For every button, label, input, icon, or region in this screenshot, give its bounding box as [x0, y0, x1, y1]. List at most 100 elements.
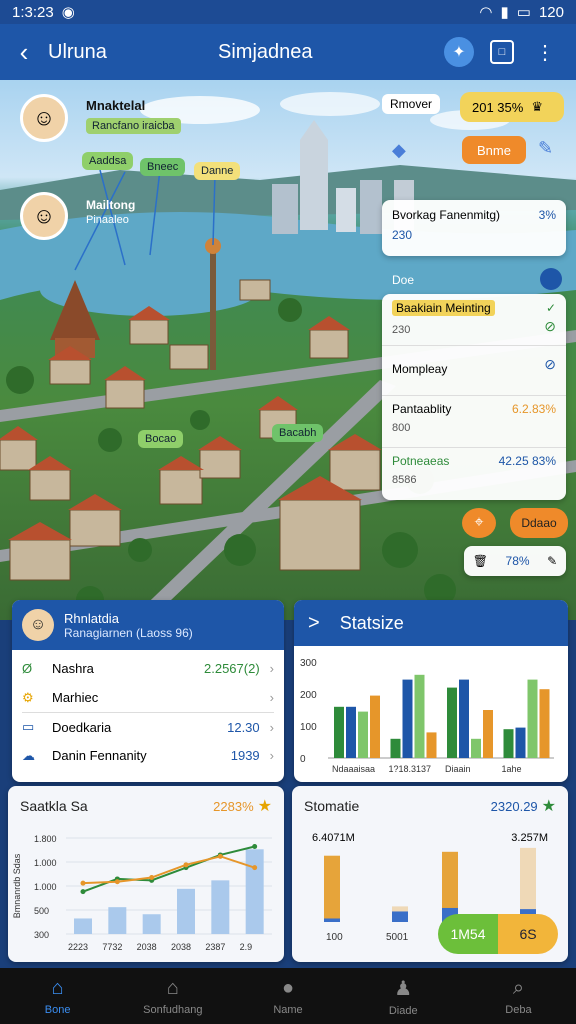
chart-bar — [527, 679, 538, 758]
chart-point — [217, 853, 223, 859]
edit-icon[interactable]: ✎ — [547, 554, 557, 568]
stats-list-card: Baakiain Meinting ✓ 230 ⊘ Mompleay ⊘ Pantaa… — [382, 294, 566, 500]
map-tag[interactable]: Danne — [194, 162, 241, 180]
map-tag[interactable]: Bocao — [138, 430, 184, 448]
info-card-title: Bvorkag Fanenmitg) — [392, 208, 501, 222]
panel-title: Rhnlatdia — [64, 610, 119, 626]
chart-bar — [346, 706, 356, 758]
signal-icon: ▮ — [500, 4, 509, 21]
layers-button[interactable]: □ — [490, 40, 514, 64]
info-card-pct: 3% — [538, 208, 556, 222]
app-brand: Ulruna — [48, 40, 107, 63]
link-icon: ⊘ — [544, 355, 556, 372]
chart-bar — [503, 729, 514, 758]
panel-pct: 2320.29 — [490, 798, 538, 814]
people-row[interactable]: ⚙ Marhiec › — [22, 683, 274, 712]
nav-item[interactable]: ⌕ Deba — [461, 968, 576, 1024]
x-tick-label: 1ahe — [502, 764, 522, 774]
stats-item-label: Baakiain Meinting — [392, 300, 495, 316]
avatar[interactable]: ☺ — [22, 609, 54, 641]
stats-item-label: Mompleay — [392, 362, 448, 376]
people-row[interactable]: Ø Nashra 2.2567(2) › — [22, 654, 274, 683]
x-tick-label: 2.9 — [240, 942, 253, 952]
panel-title: Statsize — [339, 612, 404, 633]
stats-list-item[interactable]: Pantaablity 6.2.83% 800 — [382, 396, 566, 448]
score-chip[interactable]: 201 35% ♛ — [460, 92, 564, 122]
chevron-right-icon: › — [269, 690, 274, 705]
x-tick-label: 2038 — [171, 942, 191, 952]
x-tick-label: 7732 — [102, 942, 122, 952]
tools-strip[interactable]: 🗑 78% ✎ — [464, 546, 566, 576]
chart-bar — [483, 710, 493, 758]
map-tag[interactable]: Aaddsa — [82, 152, 134, 170]
location-button[interactable]: ⌖ — [462, 508, 496, 538]
people-row-label: Doedkaria — [52, 719, 112, 735]
y-tick-label: 200 — [300, 690, 317, 701]
nav-label: Name — [273, 1003, 303, 1016]
toggle-option-b[interactable]: 6S — [498, 914, 558, 954]
people-row-label: Marhiec — [52, 690, 99, 705]
chart-bar — [74, 918, 92, 934]
info-card[interactable]: Bvorkag Fanenmitg) 3% 230 — [382, 200, 566, 256]
map-tag[interactable]: Bneec — [140, 158, 186, 176]
chart-point — [183, 862, 189, 868]
people-row-value: 1939 — [230, 748, 260, 763]
people-row[interactable]: ▭ Doedkaria 12.30 › — [22, 712, 274, 741]
user-chip-1[interactable]: Rancfano iraicba — [86, 118, 181, 134]
user-name-2: Mailtong — [86, 198, 136, 212]
x-tick-label: 5001 — [386, 932, 409, 943]
chart-bar — [515, 727, 526, 758]
nav-label: Diade — [388, 1004, 418, 1017]
chart-point — [252, 843, 258, 849]
stats-item-value: 800 — [392, 422, 411, 434]
panel-title: Stomatie — [304, 798, 360, 814]
chart-bar — [108, 907, 127, 934]
city-map[interactable]: ☺ Mnaktelal Rancfano iraicba ☺ Mailtong … — [0, 80, 576, 620]
edit-icon[interactable]: ✎ — [538, 138, 553, 159]
people-row-value: 2.2567(2) — [204, 661, 260, 676]
trash-icon[interactable]: 🗑 — [473, 554, 488, 568]
chevron-right-icon: › — [269, 661, 274, 676]
chart-bar — [324, 855, 340, 922]
star-icon[interactable]: ★ — [258, 796, 272, 816]
y-tick-label: 300 — [34, 930, 49, 940]
chart-bar — [142, 914, 161, 934]
stats-item-pct: 42.25 83% — [498, 454, 556, 468]
chevron-right-icon: › — [269, 719, 274, 735]
user-avatar-2[interactable]: ☺ — [20, 192, 68, 240]
chart-bar — [245, 849, 264, 934]
chart-line — [82, 855, 255, 885]
status-dot — [540, 268, 562, 290]
segment-toggle[interactable]: 1M54 6S — [438, 914, 558, 954]
orange-pill-button[interactable]: Ddaao — [510, 508, 568, 538]
stats-list-item[interactable]: Mompleay ⊘ — [382, 346, 566, 396]
remove-chip[interactable]: Rmover — [382, 94, 441, 114]
stats-item-value: 8586 — [392, 474, 417, 486]
chart-bar — [177, 888, 195, 934]
panel-pct: 2283% — [213, 798, 254, 814]
y-tick-label: 0 — [300, 754, 306, 765]
nav-item[interactable]: ⌂ Bone — [0, 968, 115, 1024]
back-button[interactable]: ‹ — [0, 37, 48, 68]
map-tag[interactable]: Bacabh — [272, 424, 324, 442]
nav-item[interactable]: ● Name — [230, 968, 345, 1024]
link-icon: ⊘ — [544, 317, 556, 334]
star-icon[interactable]: ★ — [542, 796, 556, 816]
chart-point — [114, 879, 120, 885]
toggle-option-a[interactable]: 1M54 — [438, 914, 498, 954]
y-tick-label: 1.000 — [34, 882, 57, 892]
chart-point — [149, 875, 155, 881]
stats-list-item[interactable]: Potneaeas 42.25 83% 8586 — [382, 448, 566, 500]
nav-item[interactable]: ⌂ Sonfudhang — [115, 968, 230, 1024]
nav-item[interactable]: ♟ Diade — [346, 968, 461, 1024]
chart-point — [80, 880, 86, 886]
stats-list-item[interactable]: Baakiain Meinting ✓ 230 ⊘ — [382, 294, 566, 346]
people-row[interactable]: ☁ Danin Fennanity 1939 › — [22, 741, 274, 770]
user-avatar-1[interactable]: ☺ — [20, 94, 68, 142]
people-list: Ø Nashra 2.2567(2) › ⚙ Marhiec › ▭ Doedkaria 12.3… — [12, 650, 284, 774]
person-icon: ♟ — [394, 977, 413, 1000]
more-menu-button[interactable]: ⋮ — [530, 37, 560, 67]
expand-icon[interactable]: > — [308, 612, 320, 635]
orange-chip[interactable]: Bnme — [462, 136, 526, 164]
satellite-button[interactable]: ✦ — [444, 37, 474, 67]
